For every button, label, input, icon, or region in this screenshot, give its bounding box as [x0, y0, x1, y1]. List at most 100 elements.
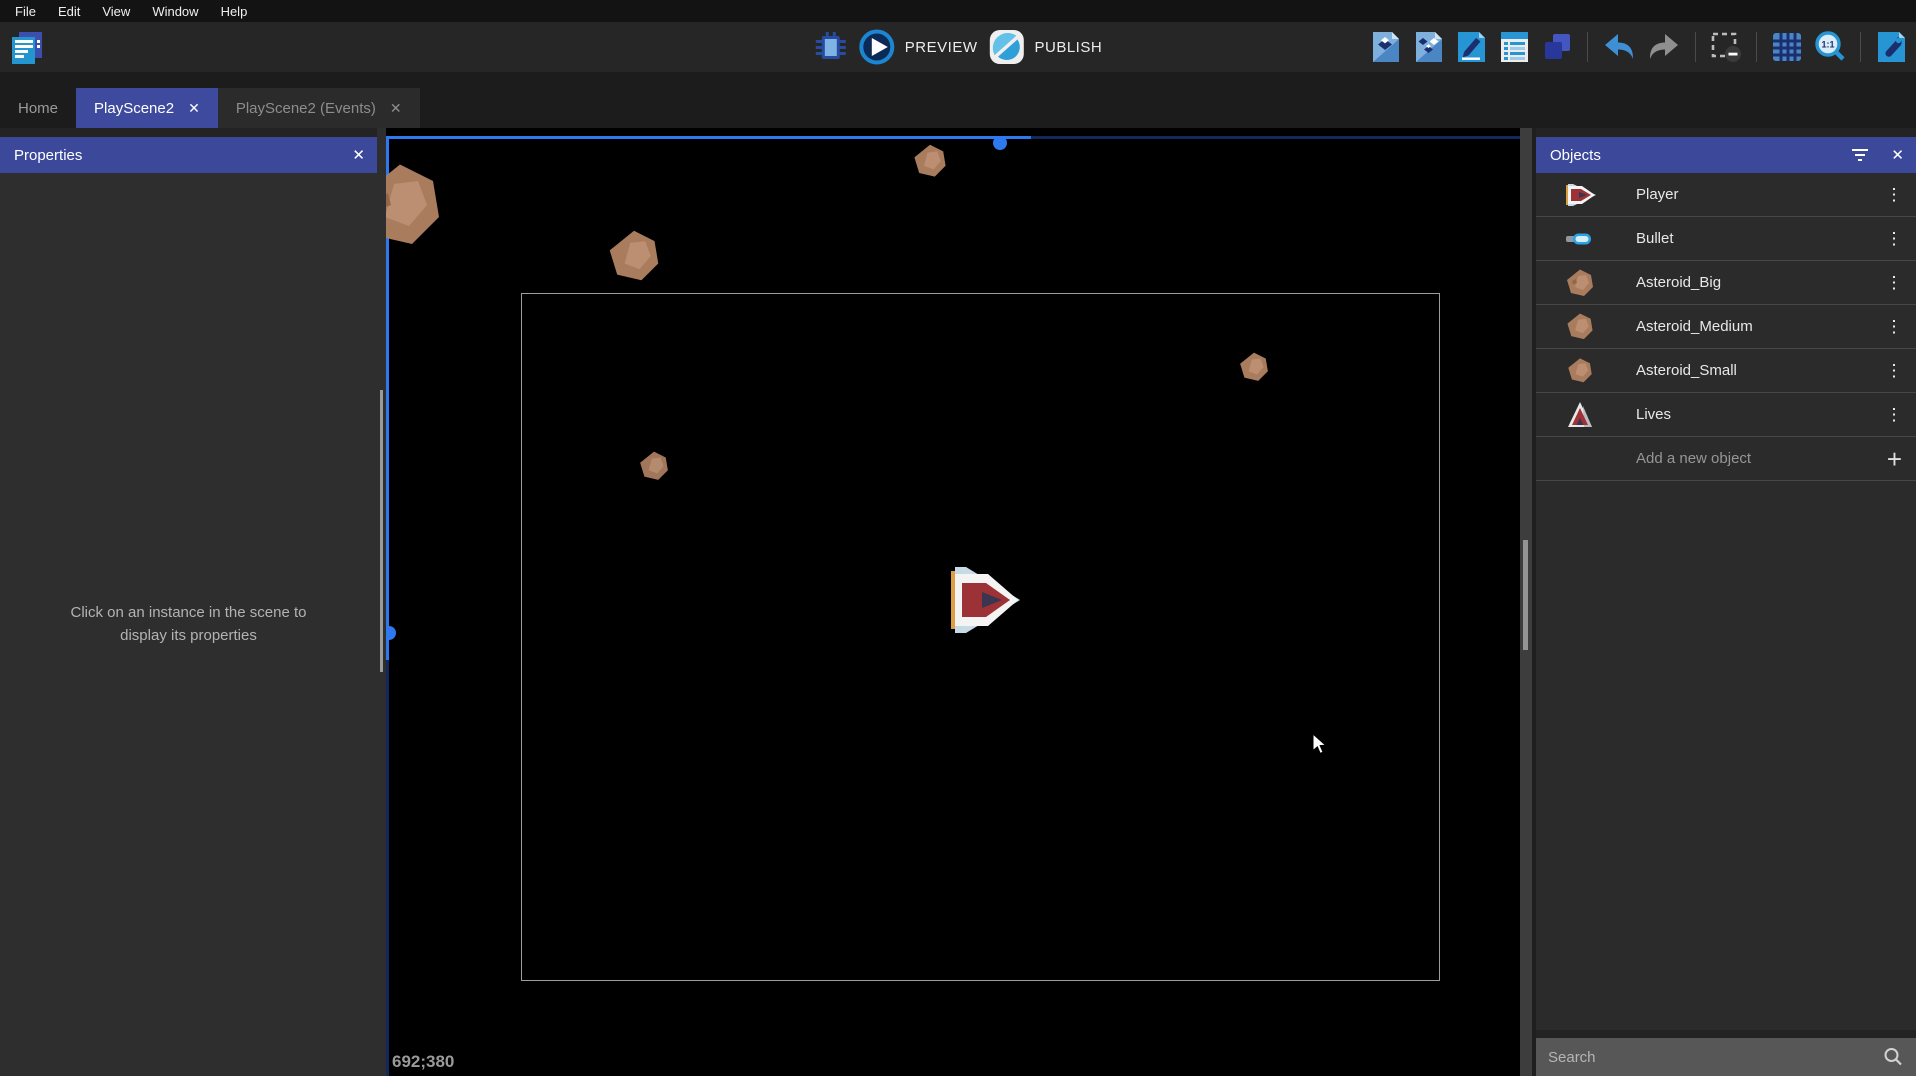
scene-properties-button[interactable] — [1874, 30, 1908, 64]
menubar: File Edit View Window Help — [0, 0, 1916, 22]
tab-playscene2-events[interactable]: PlayScene2 (Events) ✕ — [218, 88, 420, 128]
toolbar-divider — [1587, 32, 1588, 62]
window-edge-top — [1031, 136, 1532, 139]
publish-label: PUBLISH — [1034, 39, 1102, 56]
redo-button[interactable] — [1646, 30, 1682, 64]
menu-help[interactable]: Help — [210, 2, 259, 21]
preview-label: PREVIEW — [905, 39, 978, 56]
toolbar-divider — [1860, 32, 1861, 62]
zoom-1-1-button[interactable]: 1:1 — [1813, 30, 1847, 64]
kebab-menu-icon[interactable]: ⋮ — [1882, 185, 1906, 205]
undo-button[interactable] — [1601, 30, 1637, 64]
canvas-vertical-scrollbar[interactable] — [1520, 128, 1532, 1076]
object-name: Lives — [1636, 406, 1882, 423]
asteroid-icon — [1564, 268, 1596, 298]
properties-canvas-splitter[interactable] — [377, 128, 386, 1076]
kebab-menu-icon[interactable]: ⋮ — [1882, 405, 1906, 425]
debug-icon — [814, 30, 848, 64]
splitter-thumb[interactable] — [380, 390, 383, 672]
asteroid-medium-thumbnail — [1560, 312, 1600, 341]
plus-icon[interactable]: + — [1887, 446, 1902, 472]
layers-button[interactable] — [1540, 30, 1574, 64]
grid-icon — [1770, 30, 1804, 64]
life-ship-icon — [1565, 400, 1595, 430]
kebab-menu-icon[interactable]: ⋮ — [1882, 229, 1906, 249]
tab-close-icon[interactable]: ✕ — [390, 101, 402, 115]
cursor-coordinates: 692;380 — [392, 1052, 454, 1072]
scene-properties-icon — [1874, 30, 1908, 64]
panel-gap — [0, 128, 377, 137]
debug-button[interactable] — [814, 30, 848, 64]
svg-text:1:1: 1:1 — [1821, 40, 1834, 50]
menu-window[interactable]: Window — [141, 2, 209, 21]
objects-panel: Objects ✕ Player ⋮ — [1532, 128, 1916, 1076]
deselect-icon — [1709, 30, 1743, 64]
preview-button[interactable]: PREVIEW — [858, 28, 978, 66]
asteroid-icon — [1566, 357, 1594, 384]
object-name: Asteroid_Small — [1636, 362, 1882, 379]
object-row-bullet[interactable]: Bullet ⋮ — [1536, 217, 1916, 261]
preview-play-icon — [858, 28, 896, 66]
add-object-row[interactable]: Add a new object + — [1536, 437, 1916, 481]
properties-hint-text: Click on an instance in the scene to dis… — [57, 602, 321, 647]
grid-button[interactable] — [1770, 30, 1804, 64]
instance-asteroid-medium[interactable] — [606, 228, 662, 284]
asteroid-icon — [1565, 312, 1595, 341]
instances-list-button[interactable] — [1497, 30, 1531, 64]
properties-panel: Properties ✕ Click on an instance in the… — [0, 128, 377, 1076]
window-edge-left — [386, 660, 389, 1076]
kebab-menu-icon[interactable]: ⋮ — [1882, 273, 1906, 293]
object-name: Asteroid_Big — [1636, 274, 1882, 291]
close-icon[interactable]: ✕ — [352, 146, 365, 164]
toolbar: PREVIEW PUBLISH — [0, 22, 1916, 72]
kebab-menu-icon[interactable]: ⋮ — [1882, 317, 1906, 337]
search-input[interactable] — [1548, 1049, 1882, 1066]
toolbar-divider — [1695, 32, 1696, 62]
undo-icon — [1601, 30, 1637, 64]
tab-home[interactable]: Home — [0, 88, 76, 128]
menu-edit[interactable]: Edit — [47, 2, 91, 21]
scrollbar-thumb[interactable] — [1523, 540, 1528, 650]
bullet-thumbnail — [1560, 231, 1600, 247]
deselect-button[interactable] — [1709, 30, 1743, 64]
panel-gap — [1536, 1030, 1916, 1038]
publish-globe-icon — [987, 28, 1025, 66]
tab-label: PlayScene2 — [94, 100, 174, 117]
main-area: Properties ✕ Click on an instance in the… — [0, 128, 1916, 1076]
instance-asteroid-small[interactable] — [912, 143, 948, 179]
objects-panel-filler — [1536, 481, 1916, 1030]
object-name: Player — [1636, 186, 1882, 203]
scene-canvas[interactable]: 692;380 — [386, 128, 1532, 1076]
selection-handle-top[interactable] — [993, 136, 1007, 150]
tab-label: Home — [18, 100, 58, 117]
object-row-asteroid-small[interactable]: Asteroid_Small ⋮ — [1536, 349, 1916, 393]
bullet-icon — [1565, 231, 1595, 247]
instance-asteroid-small[interactable] — [1238, 351, 1270, 383]
instance-player-ship[interactable] — [936, 558, 1020, 642]
object-row-player[interactable]: Player ⋮ — [1536, 173, 1916, 217]
tab-close-icon[interactable]: ✕ — [188, 101, 200, 115]
selection-edge-top — [386, 136, 1031, 139]
filter-icon[interactable] — [1852, 149, 1868, 161]
object-name: Bullet — [1636, 230, 1882, 247]
zoom-1-1-icon: 1:1 — [1813, 30, 1847, 64]
publish-button[interactable]: PUBLISH — [987, 28, 1102, 66]
tab-playscene2[interactable]: PlayScene2 ✕ — [76, 88, 218, 128]
instance-asteroid-small[interactable] — [638, 450, 670, 482]
add-object-label: Add a new object — [1636, 450, 1887, 467]
menu-file[interactable]: File — [4, 2, 47, 21]
menu-view[interactable]: View — [91, 2, 141, 21]
instance-properties-icon — [1454, 30, 1488, 64]
object-row-asteroid-medium[interactable]: Asteroid_Medium ⋮ — [1536, 305, 1916, 349]
objects-editor-button[interactable] — [1368, 30, 1402, 64]
close-icon[interactable]: ✕ — [1891, 146, 1904, 164]
object-row-asteroid-big[interactable]: Asteroid_Big ⋮ — [1536, 261, 1916, 305]
instance-asteroid-big[interactable] — [386, 160, 445, 250]
selection-handle-left[interactable] — [386, 626, 396, 640]
project-manager-button[interactable] — [8, 29, 46, 67]
objects-panel-header: Objects ✕ — [1536, 137, 1916, 173]
object-groups-button[interactable] — [1411, 30, 1445, 64]
instance-properties-button[interactable] — [1454, 30, 1488, 64]
object-row-lives[interactable]: Lives ⋮ — [1536, 393, 1916, 437]
kebab-menu-icon[interactable]: ⋮ — [1882, 361, 1906, 381]
